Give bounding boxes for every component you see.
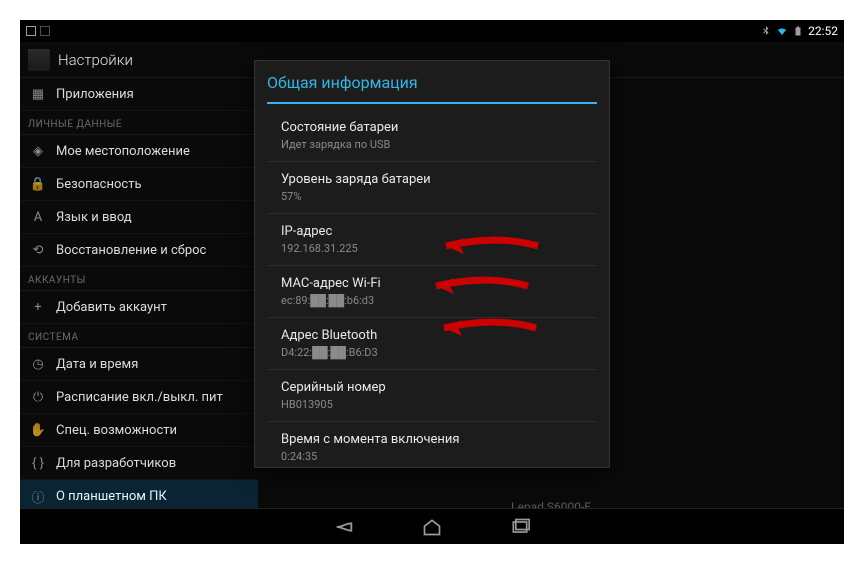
dialog-list[interactable]: Состояние батареи Идет зарядка по USB Ур… xyxy=(255,104,609,467)
battery-icon xyxy=(792,25,804,37)
sidebar-item-label: О планшетном ПК xyxy=(56,489,167,504)
sidebar-item-add-account[interactable]: + Добавить аккаунт xyxy=(20,291,258,324)
sidebar-item-location[interactable]: ◈ Мое местоположение xyxy=(20,135,258,168)
row-wifi-mac[interactable]: MAC-адрес Wi-Fi ec:89:██:██:b6:d3 xyxy=(267,266,597,318)
dialog-title: Общая информация xyxy=(255,61,609,102)
sidebar-item-label: Для разработчиков xyxy=(56,456,176,471)
row-value: D4:22:██:██:B6:D3 xyxy=(281,346,583,359)
reset-icon: ⟲ xyxy=(30,242,46,258)
row-battery-status[interactable]: Состояние батареи Идет зарядка по USB xyxy=(267,110,597,162)
sidebar-item-label: Добавить аккаунт xyxy=(56,300,167,315)
bluetooth-icon xyxy=(760,25,772,37)
sidebar-item-label: Мое местоположение xyxy=(56,144,190,159)
row-battery-level[interactable]: Уровень заряда батареи 57% xyxy=(267,162,597,214)
settings-app-icon xyxy=(28,49,50,71)
row-title: Серийный номер xyxy=(281,380,583,395)
section-header-system: СИСТЕМА xyxy=(20,324,258,348)
row-value: 192.168.31.225 xyxy=(281,242,583,255)
row-value: ec:89:██:██:b6:d3 xyxy=(281,294,583,307)
section-header-accounts: АККАУНТЫ xyxy=(20,267,258,291)
sidebar-item-security[interactable]: 🔒 Безопасность xyxy=(20,168,258,201)
row-title: MAC-адрес Wi-Fi xyxy=(281,276,583,291)
settings-sidebar: ▦ Приложения ЛИЧНЫЕ ДАННЫЕ ◈ Мое местопо… xyxy=(20,78,258,544)
section-header-personal: ЛИЧНЫЕ ДАННЫЕ xyxy=(20,111,258,135)
back-button[interactable] xyxy=(330,516,358,538)
row-title: Уровень заряда батареи xyxy=(281,172,583,187)
power-icon: ⏻ xyxy=(30,389,46,405)
braces-icon: { } xyxy=(30,455,46,471)
location-icon: ◈ xyxy=(30,143,46,159)
recents-button[interactable] xyxy=(506,516,534,538)
sidebar-item-label: Приложения xyxy=(56,87,134,102)
sidebar-item-label: Восстановление и сброс xyxy=(56,243,206,258)
system-nav-bar xyxy=(20,508,844,544)
sidebar-item-label: Безопасность xyxy=(56,177,142,192)
sidebar-item-label: Спец. возможности xyxy=(56,423,177,438)
notification-icon xyxy=(26,26,36,36)
row-uptime[interactable]: Время с момента включения 0:24:35 xyxy=(267,422,597,467)
lock-icon: 🔒 xyxy=(30,176,46,192)
home-button[interactable] xyxy=(418,516,446,538)
apps-icon: ▦ xyxy=(30,86,46,102)
status-bar: 22:52 xyxy=(20,20,844,42)
language-icon: A xyxy=(30,209,46,225)
sidebar-item-language[interactable]: A Язык и ввод xyxy=(20,201,258,234)
sidebar-item-backup-reset[interactable]: ⟲ Восстановление и сброс xyxy=(20,234,258,267)
clock-icon: ◷ xyxy=(30,356,46,372)
row-serial-number[interactable]: Серийный номер HB013905 xyxy=(267,370,597,422)
hand-icon: ✋ xyxy=(30,422,46,438)
sidebar-item-label: Язык и ввод xyxy=(56,210,132,225)
sidebar-item-accessibility[interactable]: ✋ Спец. возможности xyxy=(20,414,258,447)
row-value: HB013905 xyxy=(281,398,583,411)
row-title: Время с момента включения xyxy=(281,432,583,447)
plus-icon: + xyxy=(30,299,46,315)
sidebar-item-power-schedule[interactable]: ⏻ Расписание вкл./выкл. пит xyxy=(20,381,258,414)
wifi-icon xyxy=(776,25,788,37)
status-dialog: Общая информация Состояние батареи Идет … xyxy=(254,60,610,468)
row-title: Адрес Bluetooth xyxy=(281,328,583,343)
app-title: Настройки xyxy=(58,51,133,69)
sidebar-item-apps[interactable]: ▦ Приложения xyxy=(20,78,258,111)
notification-icon xyxy=(40,26,50,36)
row-ip-address[interactable]: IP-адрес 192.168.31.225 xyxy=(267,214,597,266)
row-value: Идет зарядка по USB xyxy=(281,138,583,151)
row-bluetooth-address[interactable]: Адрес Bluetooth D4:22:██:██:B6:D3 xyxy=(267,318,597,370)
row-title: Состояние батареи xyxy=(281,120,583,135)
row-value: 57% xyxy=(281,190,583,203)
sidebar-item-label: Дата и время xyxy=(56,357,138,372)
sidebar-item-label: Расписание вкл./выкл. пит xyxy=(56,390,223,405)
row-title: IP-адрес xyxy=(281,224,583,239)
row-value: 0:24:35 xyxy=(281,450,583,463)
sidebar-item-developer[interactable]: { } Для разработчиков xyxy=(20,447,258,480)
clock-text: 22:52 xyxy=(808,24,838,38)
info-icon: ⓘ xyxy=(30,488,46,504)
sidebar-item-datetime[interactable]: ◷ Дата и время xyxy=(20,348,258,381)
